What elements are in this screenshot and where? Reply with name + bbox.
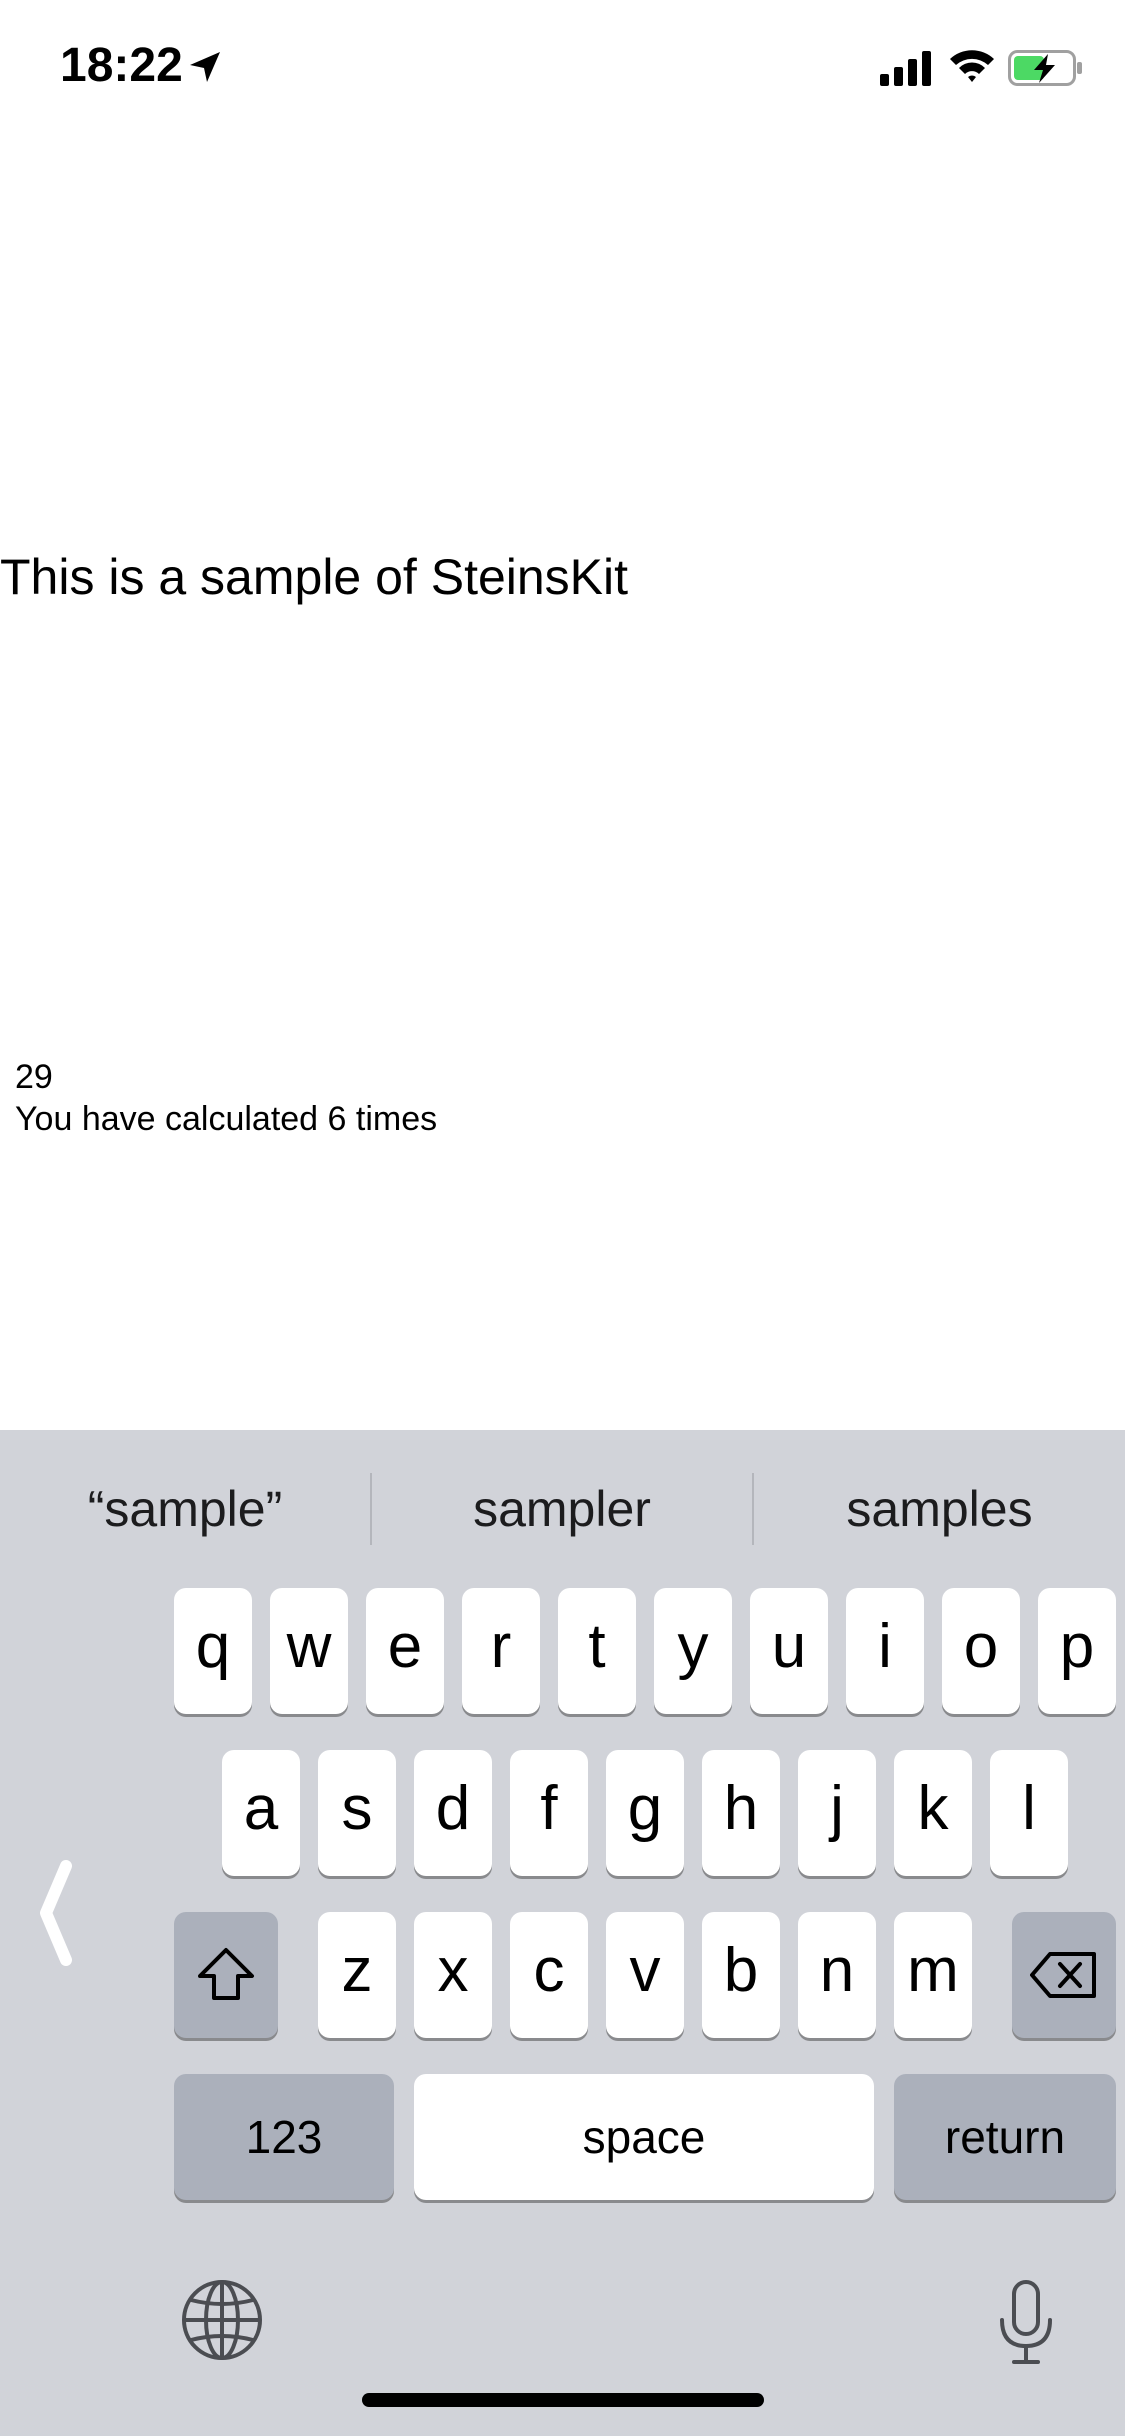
globe-icon[interactable]	[180, 2278, 264, 2362]
key-m[interactable]: m	[894, 1912, 972, 2038]
key-z[interactable]: z	[318, 1912, 396, 2038]
shift-key[interactable]	[174, 1912, 278, 2038]
home-indicator[interactable]	[362, 2393, 764, 2407]
key-p[interactable]: p	[1038, 1588, 1116, 1714]
calculation-count: You have calculated 6 times	[15, 1100, 438, 1138]
battery-charging-icon	[1008, 50, 1082, 86]
key-x[interactable]: x	[414, 1912, 492, 2038]
key-e[interactable]: e	[366, 1588, 444, 1714]
key-w[interactable]: w	[270, 1588, 348, 1714]
key-k[interactable]: k	[894, 1750, 972, 1876]
key-a[interactable]: a	[222, 1750, 300, 1876]
key-l[interactable]: l	[990, 1750, 1068, 1876]
key-f[interactable]: f	[510, 1750, 588, 1876]
status-time: 18:22	[60, 39, 183, 92]
key-b[interactable]: b	[702, 1912, 780, 2038]
delete-icon	[1030, 1952, 1096, 1998]
numbers-key[interactable]: 123	[174, 2074, 394, 2200]
chevron-left-icon[interactable]	[36, 1860, 76, 1966]
sample-heading: This is a sample of SteinsKit	[0, 549, 629, 605]
suggestion-item[interactable]: samples	[754, 1430, 1125, 1580]
microphone-icon[interactable]	[996, 2280, 1056, 2366]
wifi-icon	[950, 50, 994, 82]
key-n[interactable]: n	[798, 1912, 876, 2038]
suggestion-item[interactable]: sampler	[372, 1430, 752, 1580]
key-o[interactable]: o	[942, 1588, 1020, 1714]
cellular-signal-icon	[880, 51, 931, 86]
delete-key[interactable]	[1012, 1912, 1116, 2038]
location-arrow-icon	[190, 52, 220, 82]
key-i[interactable]: i	[846, 1588, 924, 1714]
key-j[interactable]: j	[798, 1750, 876, 1876]
key-r[interactable]: r	[462, 1588, 540, 1714]
suggestion-item[interactable]: “sample”	[0, 1430, 370, 1580]
key-h[interactable]: h	[702, 1750, 780, 1876]
return-key[interactable]: return	[894, 2074, 1116, 2200]
key-y[interactable]: y	[654, 1588, 732, 1714]
key-d[interactable]: d	[414, 1750, 492, 1876]
key-s[interactable]: s	[318, 1750, 396, 1876]
shift-icon	[198, 1948, 254, 2000]
key-g[interactable]: g	[606, 1750, 684, 1876]
key-q[interactable]: q	[174, 1588, 252, 1714]
key-t[interactable]: t	[558, 1588, 636, 1714]
result-value: 29	[15, 1058, 53, 1096]
space-key[interactable]: space	[414, 2074, 874, 2200]
key-v[interactable]: v	[606, 1912, 684, 2038]
key-u[interactable]: u	[750, 1588, 828, 1714]
status-bar: 18:22	[0, 0, 1125, 135]
suggestion-bar: “sample” sampler samples	[0, 1430, 1125, 1580]
key-c[interactable]: c	[510, 1912, 588, 2038]
